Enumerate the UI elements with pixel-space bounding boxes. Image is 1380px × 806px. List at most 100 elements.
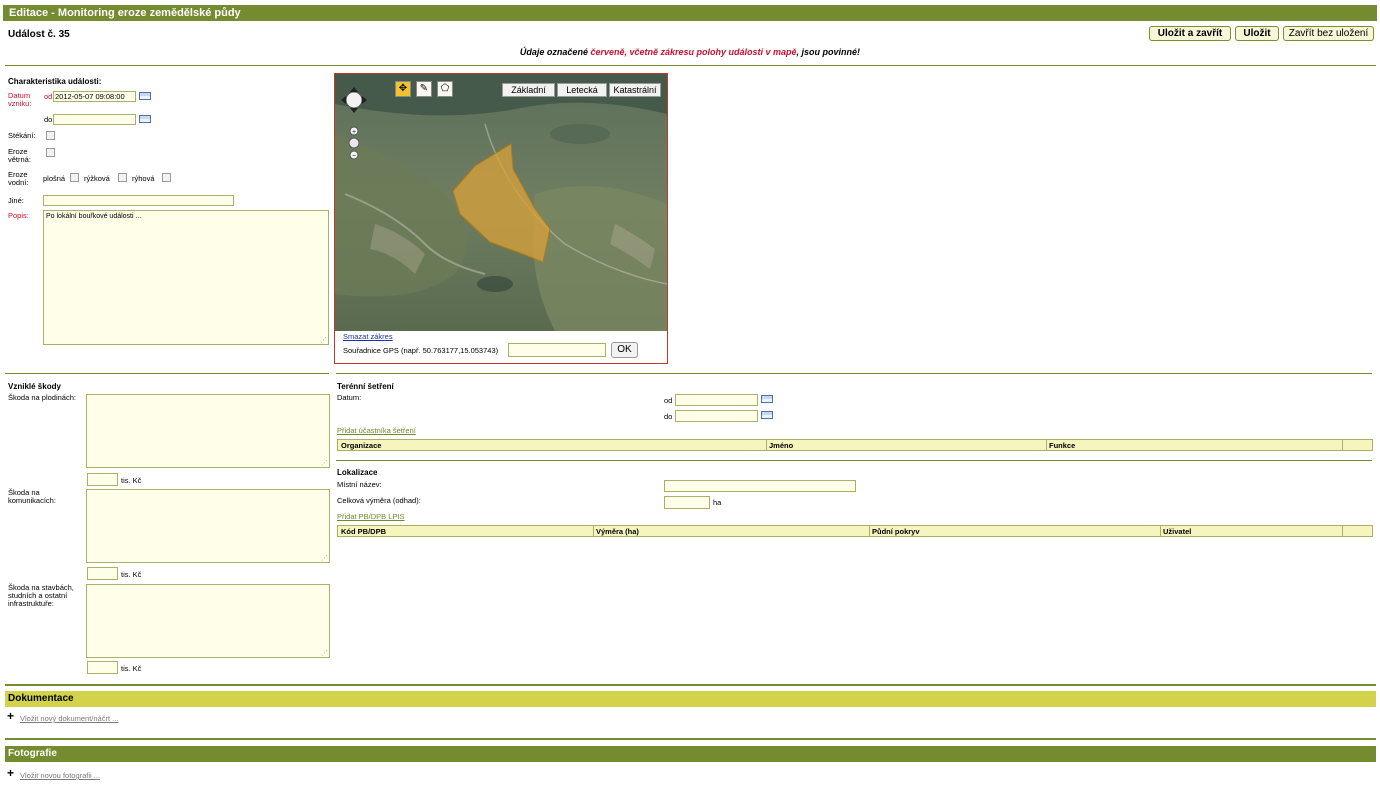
other-input[interactable] <box>43 195 234 206</box>
lpis-table-header: Kód PB/DPB Výměra (ha) Půdní pokryv Uživ… <box>337 525 1373 537</box>
calendar-icon[interactable] <box>139 115 151 123</box>
damage-buildings-textarea[interactable]: ⋰ <box>86 584 330 658</box>
date-from-label: od <box>44 92 53 101</box>
date-label: Datum vzniku: <box>8 91 32 108</box>
plus-icon[interactable]: + <box>7 710 14 722</box>
water-erosion-label: Eroze vodní: <box>8 170 29 187</box>
close-without-save-button[interactable]: Zavřít bez uložení <box>1283 26 1374 41</box>
currency-unit-label: tis. Kč <box>121 476 142 485</box>
damage-roads-textarea[interactable]: ⋰ <box>86 489 330 563</box>
water-option-rill-checkbox[interactable] <box>118 173 127 182</box>
map-tab-cadastral[interactable]: Katastrální <box>609 83 661 97</box>
calendar-icon[interactable] <box>761 411 773 419</box>
damage-crops-amount-input[interactable] <box>87 473 118 486</box>
runoff-label: Stékání: <box>8 131 36 140</box>
column-code[interactable]: Kód PB/DPB <box>341 527 386 536</box>
map-tab-aerial[interactable]: Letecká <box>557 83 607 97</box>
damage-crops-textarea[interactable]: ⋰ <box>86 394 330 468</box>
date-to-input[interactable] <box>53 114 136 125</box>
survey-date-to-input[interactable] <box>675 410 758 422</box>
runoff-checkbox[interactable] <box>46 131 55 140</box>
wind-erosion-checkbox[interactable] <box>46 148 55 157</box>
gps-label: Souřadnice GPS (např. 50.763177,15.05374… <box>343 346 499 355</box>
gps-ok-button[interactable]: OK <box>611 342 638 358</box>
pencil-icon[interactable]: ✎ <box>416 81 432 97</box>
description-label: Popis: <box>8 211 29 220</box>
resize-grip-icon[interactable]: ⋰ <box>321 554 328 562</box>
save-button[interactable]: Uložit <box>1235 26 1279 41</box>
add-participant-link[interactable]: Přidat účastníka šetření <box>337 427 416 435</box>
description-text: Po lokální bouřkové události ... <box>46 213 142 220</box>
damages-heading: Vzniklé škody <box>8 382 61 391</box>
documentation-heading: Dokumentace <box>8 693 74 704</box>
add-lpis-link[interactable]: Přidat PB/DPB LPIS <box>337 513 405 521</box>
damage-roads-amount-input[interactable] <box>87 567 118 580</box>
total-area-input[interactable] <box>664 496 710 509</box>
resize-grip-icon[interactable]: ⋰ <box>320 336 327 344</box>
water-option-gully-label: rýhová <box>132 174 155 183</box>
column-function[interactable]: Funkce <box>1049 441 1075 450</box>
add-photo-link[interactable]: Vložit novou fotografii ... <box>20 772 100 780</box>
damage-roads-label: Škoda na komunikacích: <box>8 488 56 505</box>
zoom-control[interactable]: + − <box>348 126 360 160</box>
calendar-icon[interactable] <box>139 92 151 100</box>
divider <box>5 684 1376 686</box>
gps-input[interactable] <box>508 343 606 357</box>
place-name-label: Místní název: <box>337 480 382 489</box>
water-option-rill-label: rýžková <box>84 174 110 183</box>
photos-band: Fotografie <box>5 746 1376 762</box>
column-land-cover[interactable]: Půdní pokryv <box>872 527 920 536</box>
photos-heading: Fotografie <box>8 748 57 759</box>
clear-drawing-link[interactable]: Smazat zákres <box>343 333 393 341</box>
plus-icon[interactable]: + <box>7 767 14 779</box>
resize-grip-icon[interactable]: ⋰ <box>321 459 328 467</box>
pointer-icon[interactable]: ✥ <box>395 81 411 97</box>
date-from-input[interactable]: 2012-05-07 09:08:00 <box>53 91 136 102</box>
window-title: Editace - Monitoring eroze zemědělské pů… <box>9 7 241 19</box>
svg-text:−: − <box>352 153 356 160</box>
map-panel: + − ✥ ✎ ⬠ Základní Letecká Katastrální S… <box>334 73 668 364</box>
divider <box>5 65 1376 66</box>
participants-table-header: Organizace Jméno Funkce <box>337 439 1373 451</box>
column-area[interactable]: Výměra (ha) <box>596 527 639 536</box>
map-tab-basic[interactable]: Základní <box>502 83 555 97</box>
divider <box>336 373 1372 374</box>
water-option-sheet-label: plošná <box>43 174 66 183</box>
field-survey-heading: Terénní šetření <box>337 382 394 391</box>
damage-buildings-label: Škoda na stavbách, studních a ostatní in… <box>8 583 74 608</box>
wind-erosion-label: Eroze větrná: <box>8 147 31 164</box>
currency-unit-label: tis. Kč <box>121 570 142 579</box>
column-name[interactable]: Jméno <box>769 441 793 450</box>
area-unit-label: ha <box>713 498 722 507</box>
add-document-link[interactable]: Vložit nový dokument/náčrt ... <box>20 715 118 723</box>
currency-unit-label: tis. Kč <box>121 664 142 673</box>
divider <box>5 373 329 374</box>
place-name-input[interactable] <box>664 480 856 492</box>
column-user[interactable]: Uživatel <box>1163 527 1191 536</box>
map-canvas[interactable]: + − <box>335 74 667 331</box>
calendar-icon[interactable] <box>761 395 773 403</box>
required-notice: Údaje označené červeně, včetně zákresu p… <box>519 47 861 57</box>
description-textarea[interactable]: Po lokální bouřkové události ... ⋰ <box>43 210 329 345</box>
survey-date-from-input[interactable] <box>675 394 758 406</box>
damage-crops-label: Škoda na plodinách: <box>8 393 76 402</box>
total-area-label: Celková výměra (odhad): <box>337 496 421 505</box>
damage-buildings-amount-input[interactable] <box>87 661 118 674</box>
documentation-band: Dokumentace <box>5 691 1376 707</box>
event-title: Událost č. 35 <box>8 29 70 40</box>
window-title-bar: Editace - Monitoring eroze zemědělské pů… <box>3 5 1377 21</box>
other-label: Jiné: <box>8 196 24 205</box>
column-organization[interactable]: Organizace <box>341 441 381 450</box>
survey-date-label: Datum: <box>337 393 362 402</box>
characteristics-heading: Charakteristika události: <box>8 77 102 86</box>
svg-text:+: + <box>352 129 356 136</box>
save-close-button[interactable]: Uložit a zavřít <box>1149 26 1231 41</box>
location-heading: Lokalizace <box>337 468 378 477</box>
water-option-gully-checkbox[interactable] <box>162 173 171 182</box>
polygon-icon[interactable]: ⬠ <box>437 81 453 97</box>
divider <box>336 460 1372 461</box>
required-notice-highlight: červeně, včetně zákresu polohy události … <box>590 47 797 57</box>
resize-grip-icon[interactable]: ⋰ <box>321 649 328 657</box>
divider <box>5 738 1376 740</box>
water-option-sheet-checkbox[interactable] <box>70 173 79 182</box>
